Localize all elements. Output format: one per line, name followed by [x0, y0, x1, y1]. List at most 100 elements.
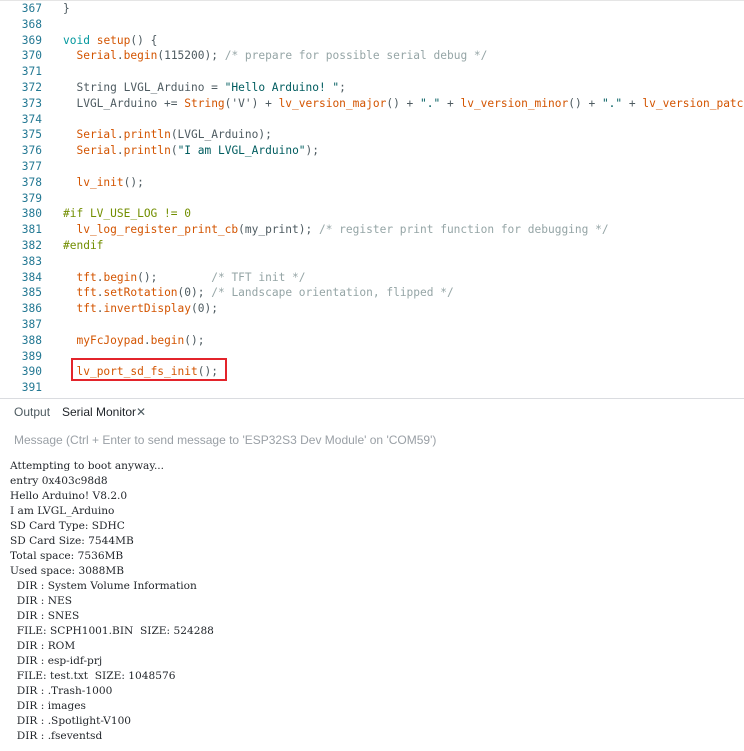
line-number: 386 — [21, 302, 42, 316]
code-line[interactable]: 374 — [0, 112, 744, 128]
code-token: myFcJoypad — [76, 333, 144, 347]
code-token: () { — [130, 33, 158, 47]
tab-serial-monitor[interactable]: Serial Monitor — [62, 405, 136, 419]
code-line[interactable]: 382 #endif — [0, 238, 744, 254]
code-line[interactable]: 373 LVGL_Arduino += String('V') + lv_ver… — [0, 96, 744, 112]
code-text: void setup() { — [63, 33, 157, 49]
code-line[interactable]: 372 String LVGL_Arduino = "Hello Arduino… — [0, 80, 744, 96]
code-token: LVGL_Arduino += — [63, 96, 185, 110]
code-token: (0); — [191, 302, 218, 316]
code-line[interactable]: 368 — [0, 17, 744, 33]
code-line[interactable]: 383 — [0, 254, 744, 270]
code-token: lv_log_register_print_cb — [76, 223, 239, 237]
code-text: String LVGL_Arduino = "Hello Arduino! "; — [63, 80, 346, 96]
code-line[interactable]: 385 tft.setRotation(0); /* Landscape ori… — [0, 285, 744, 301]
code-text: } — [63, 1, 70, 17]
code-token: tft — [76, 286, 97, 300]
code-token: . — [116, 128, 124, 142]
line-number: 377 — [21, 160, 42, 173]
serial-line: I am LVGL_Arduino — [10, 505, 115, 517]
code-token: (); — [137, 270, 212, 284]
code-token: (115200); — [157, 49, 225, 63]
code-token: #endif — [63, 239, 104, 252]
close-tab-icon[interactable]: ✕ — [136, 405, 146, 419]
code-token: begin — [150, 333, 185, 347]
code-token: (LVGL_Arduino); — [170, 128, 272, 142]
code-token: /* register print function for debugging… — [318, 223, 609, 237]
code-token: + — [622, 96, 643, 110]
tab-output[interactable]: Output — [14, 405, 50, 419]
code-token: #if LV_USE_LOG != 0 — [63, 207, 191, 221]
bottom-panel: Output Serial Monitor ✕ Attempting to bo… — [0, 398, 744, 751]
code-line[interactable]: 388 myFcJoypad.begin(); — [0, 333, 744, 349]
line-number: 388 — [21, 333, 42, 347]
code-token: ; — [339, 81, 346, 94]
code-line[interactable]: 380 #if LV_USE_LOG != 0 — [0, 206, 744, 222]
code-token: "." — [601, 96, 623, 110]
code-text: LVGL_Arduino += String('V') + lv_version… — [63, 96, 744, 112]
code-token: (); — [184, 333, 205, 347]
code-line[interactable]: 391 — [0, 380, 744, 396]
line-number: 381 — [21, 223, 42, 237]
code-token: String LVGL_Arduino = — [63, 81, 225, 94]
code-token: println — [123, 128, 171, 142]
code-token: "." — [420, 96, 441, 110]
code-editor[interactable]: 367} 368 369 void setup() {370 Serial.begin… — [0, 0, 744, 398]
code-token: (); — [123, 175, 144, 189]
red-highlight-box — [71, 358, 227, 381]
code-token: println — [123, 144, 171, 158]
code-token: ( — [170, 144, 178, 158]
serial-line: DIR : images — [10, 700, 86, 712]
line-number: 375 — [21, 128, 42, 142]
code-line[interactable]: 370 Serial.begin(115200); /* prepare for… — [0, 48, 744, 64]
line-number: 390 — [21, 365, 42, 379]
serial-line: Total space: 7536MB — [10, 550, 124, 562]
line-number: 367 — [21, 2, 42, 15]
code-token: lv_version_minor — [460, 96, 569, 110]
code-line[interactable]: 367} — [0, 1, 744, 17]
code-token: . — [116, 49, 124, 63]
code-text: Serial.begin(115200); /* prepare for pos… — [63, 48, 487, 64]
serial-line: SD Card Size: 7544MB — [10, 535, 134, 547]
code-token: /* prepare for possible serial debug */ — [224, 49, 488, 63]
code-line[interactable]: 387 — [0, 317, 744, 333]
line-number: 378 — [21, 175, 42, 189]
code-line[interactable]: 384 tft.begin(); /* TFT init */ — [0, 270, 744, 286]
code-token: lv_version_major — [278, 96, 387, 110]
code-line[interactable]: 379 — [0, 191, 744, 207]
code-token: (my_print); — [238, 223, 319, 237]
code-line[interactable]: 377 — [0, 159, 744, 175]
serial-line: DIR : .Spotlight-V100 — [10, 715, 132, 727]
code-line[interactable]: 381 lv_log_register_print_cb(my_print); … — [0, 222, 744, 238]
code-token: ('V') + — [224, 96, 279, 110]
code-line[interactable]: 369 void setup() { — [0, 33, 744, 49]
line-number: 380 — [21, 207, 42, 221]
code-line[interactable]: 386 tft.invertDisplay(0); — [0, 301, 744, 317]
code-token: begin — [123, 49, 158, 63]
line-number: 373 — [21, 96, 42, 110]
code-text: Serial.println(LVGL_Arduino); — [63, 127, 272, 143]
serial-line: Attempting to boot anyway... — [10, 460, 165, 472]
code-token: ); — [305, 144, 320, 158]
code-line[interactable]: 375 Serial.println(LVGL_Arduino); — [0, 127, 744, 143]
code-token: /* Landscape orientation, flipped */ — [211, 286, 454, 300]
code-line[interactable]: 371 — [0, 64, 744, 80]
code-text: tft.setRotation(0); /* Landscape orienta… — [63, 285, 454, 301]
serial-line: entry 0x403c98d8 — [10, 475, 108, 487]
code-token: String — [184, 96, 225, 110]
code-line[interactable]: 376 Serial.println("I am LVGL_Arduino"); — [0, 143, 744, 159]
code-token: begin — [103, 270, 138, 284]
code-line[interactable]: 378 lv_init(); — [0, 175, 744, 191]
code-token: Serial — [76, 128, 117, 142]
code-token: Serial — [76, 49, 117, 63]
code-token: "Hello Arduino! " — [224, 81, 340, 94]
code-text: lv_init(); — [63, 175, 144, 191]
line-number: 383 — [21, 254, 42, 268]
serial-message-input[interactable] — [8, 430, 740, 450]
line-number: 385 — [21, 286, 42, 300]
